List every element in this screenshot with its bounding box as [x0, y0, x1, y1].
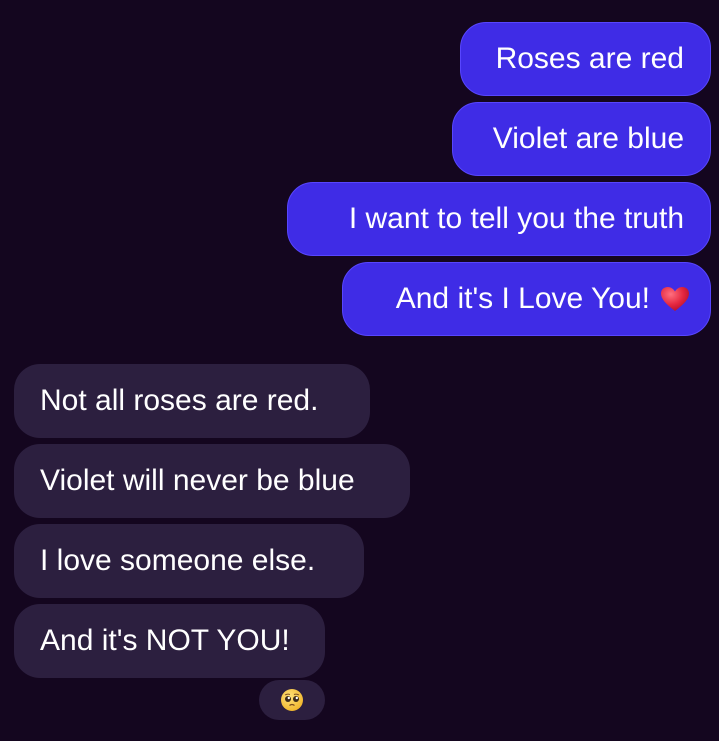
message-text: Violet are blue [492, 122, 684, 155]
sent-message[interactable]: Roses are red [460, 22, 711, 96]
message-text: And it's I Love You! [395, 282, 650, 315]
message-text: And it's NOT YOU! [40, 624, 290, 657]
message-text: Not all roses are red. [40, 384, 319, 417]
message-text: Violet will never be blue [40, 464, 355, 497]
red-heart-icon [660, 286, 690, 312]
message-text: I want to tell you the truth [348, 202, 684, 235]
pleading-face-icon [281, 689, 303, 711]
sent-message[interactable]: I want to tell you the truth [287, 182, 711, 256]
received-message[interactable]: I love someone else. [14, 524, 364, 598]
message-reaction[interactable] [259, 680, 325, 720]
received-message[interactable]: Not all roses are red. [14, 364, 370, 438]
sent-message[interactable]: And it's I Love You! [342, 262, 711, 336]
message-text: I love someone else. [40, 544, 316, 577]
chat-thread: Roses are red Violet are blue I want to … [0, 0, 719, 741]
received-message[interactable]: Violet will never be blue [14, 444, 410, 518]
sent-message[interactable]: Violet are blue [452, 102, 711, 176]
received-message[interactable]: And it's NOT YOU! [14, 604, 325, 678]
message-text: Roses are red [495, 42, 684, 75]
